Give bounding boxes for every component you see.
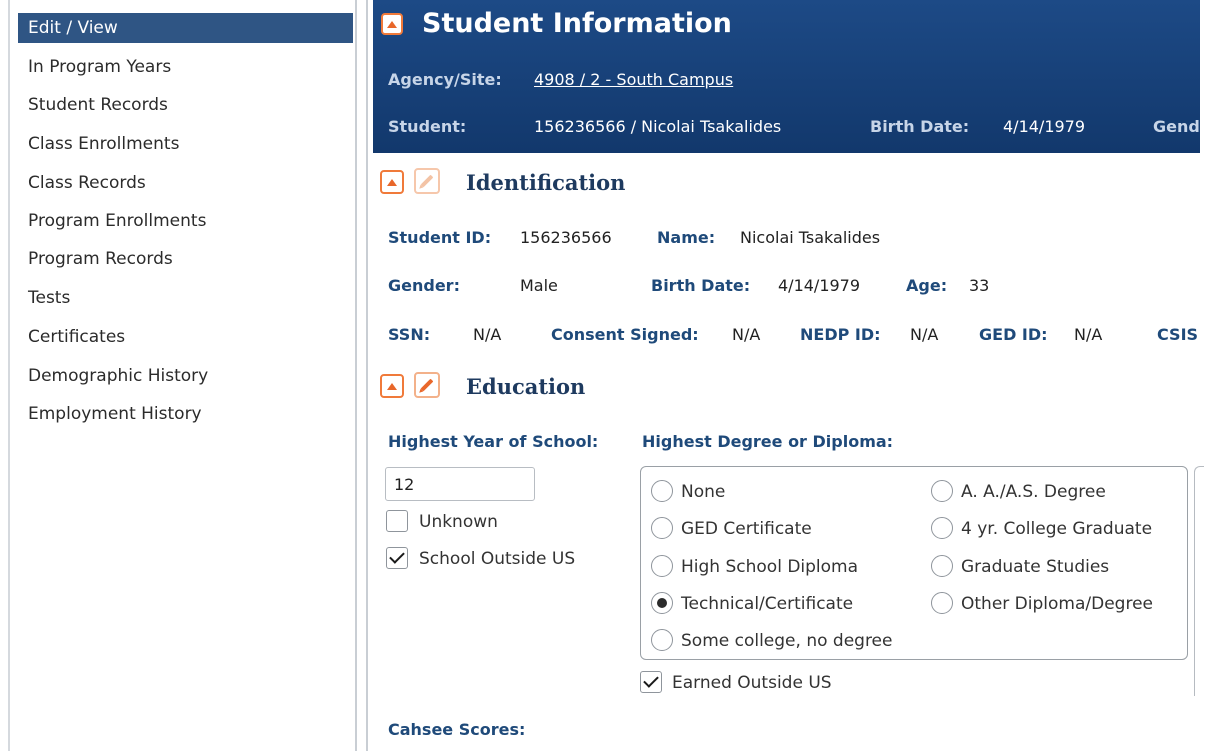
edit-education-icon[interactable] [414, 372, 440, 398]
pencil-icon [420, 174, 434, 188]
radio-ged-certificate[interactable] [651, 517, 673, 539]
unknown-label: Unknown [419, 512, 498, 532]
csis-label: CSIS [1157, 325, 1199, 344]
cahsee-scores-label: Cahsee Scores: [388, 720, 526, 739]
radio-some-college-label: Some college, no degree [681, 631, 893, 651]
radio-technical-certificate[interactable] [651, 592, 673, 614]
gender-label: Gender: [388, 276, 460, 295]
sidebar-item-class-records[interactable]: Class Records [18, 168, 353, 198]
sidebar-item-program-enrollments[interactable]: Program Enrollments [18, 206, 353, 236]
sidebar-item-edit-view[interactable]: Edit / View [18, 13, 353, 43]
sidebar-item-program-records[interactable]: Program Records [18, 244, 353, 274]
sidebar-nav: Edit / View In Program Years Student Rec… [0, 0, 368, 751]
earned-outside-us-checkbox[interactable] [640, 671, 662, 693]
radio-other-diploma-degree-label: Other Diploma/Degree [961, 594, 1153, 614]
sidebar-item-certificates[interactable]: Certificates [18, 322, 353, 352]
radio-graduate-studies-label: Graduate Studies [961, 557, 1110, 577]
consent-value: N/A [732, 325, 761, 344]
adjacent-panel-edge [1194, 466, 1204, 696]
name-label: Name: [657, 228, 716, 247]
school-outside-us-label: School Outside US [419, 549, 576, 569]
agency-link[interactable]: 4908 / 2 - South Campus [534, 70, 733, 89]
sidebar-border-right [355, 0, 357, 751]
radio-technical-certificate-label: Technical/Certificate [681, 594, 854, 614]
school-outside-us-checkbox[interactable] [386, 547, 408, 569]
radio-4yr-college-graduate-label: 4 yr. College Graduate [961, 519, 1153, 539]
collapse-header-icon[interactable] [381, 13, 403, 35]
ged-label: GED ID: [979, 325, 1048, 344]
sidebar-item-class-enrollments[interactable]: Class Enrollments [18, 129, 353, 159]
student-info-header: Student Information Agency/Site: 4908 / … [373, 0, 1200, 153]
radio-aa-as-degree[interactable] [931, 480, 953, 502]
birth-date-value: 4/14/1979 [778, 276, 861, 295]
sidebar-item-in-program-years[interactable]: In Program Years [18, 52, 353, 82]
age-value: 33 [969, 276, 990, 295]
collapse-education-icon[interactable] [380, 374, 404, 398]
pencil-icon [420, 378, 434, 392]
student-id-value: 156236566 [520, 228, 612, 247]
sidebar-item-student-records[interactable]: Student Records [18, 90, 353, 120]
highest-year-input[interactable] [385, 467, 535, 501]
consent-label: Consent Signed: [551, 325, 699, 344]
radio-high-school-diploma-label: High School Diploma [681, 557, 859, 577]
highest-year-label: Highest Year of School: [388, 432, 599, 451]
edit-identification-icon[interactable] [414, 168, 440, 194]
header-gender-label: Gender [1153, 117, 1200, 136]
radio-none[interactable] [651, 480, 673, 502]
radio-ged-certificate-label: GED Certificate [681, 519, 812, 539]
nedp-label: NEDP ID: [800, 325, 881, 344]
agency-label: Agency/Site: [388, 70, 502, 89]
name-value: Nicolai Tsakalides [740, 228, 881, 247]
ssn-label: SSN: [388, 325, 431, 344]
gender-value: Male [520, 276, 558, 295]
student-value: 156236566 / Nicolai Tsakalides [534, 117, 782, 136]
student-label: Student: [388, 117, 467, 136]
unknown-checkbox[interactable] [386, 510, 408, 532]
sidebar-border-left [8, 0, 10, 751]
header-birth-value: 4/14/1979 [1003, 117, 1086, 136]
sidebar-item-employment-history[interactable]: Employment History [18, 399, 353, 429]
highest-degree-label: Highest Degree or Diploma: [642, 432, 894, 451]
nedp-value: N/A [910, 325, 939, 344]
radio-aa-as-degree-label: A. A./A.S. Degree [961, 482, 1106, 502]
ged-value: N/A [1074, 325, 1103, 344]
page-title: Student Information [422, 8, 732, 39]
sidebar-item-demographic-history[interactable]: Demographic History [18, 361, 353, 391]
ssn-value: N/A [473, 325, 502, 344]
radio-high-school-diploma[interactable] [651, 555, 673, 577]
student-id-label: Student ID: [388, 228, 492, 247]
identification-title: Identification [466, 170, 626, 195]
radio-4yr-college-graduate[interactable] [931, 517, 953, 539]
radio-graduate-studies[interactable] [931, 555, 953, 577]
radio-other-diploma-degree[interactable] [931, 592, 953, 614]
radio-some-college[interactable] [651, 629, 673, 651]
age-label: Age: [906, 276, 948, 295]
radio-none-label: None [681, 482, 726, 502]
header-birth-label: Birth Date: [870, 117, 970, 136]
sidebar-item-tests[interactable]: Tests [18, 283, 353, 313]
sidebar-border-right-outer [366, 0, 368, 751]
collapse-identification-icon[interactable] [380, 170, 404, 194]
birth-date-label: Birth Date: [651, 276, 751, 295]
earned-outside-us-label: Earned Outside US [672, 673, 832, 693]
education-title: Education [466, 374, 586, 399]
